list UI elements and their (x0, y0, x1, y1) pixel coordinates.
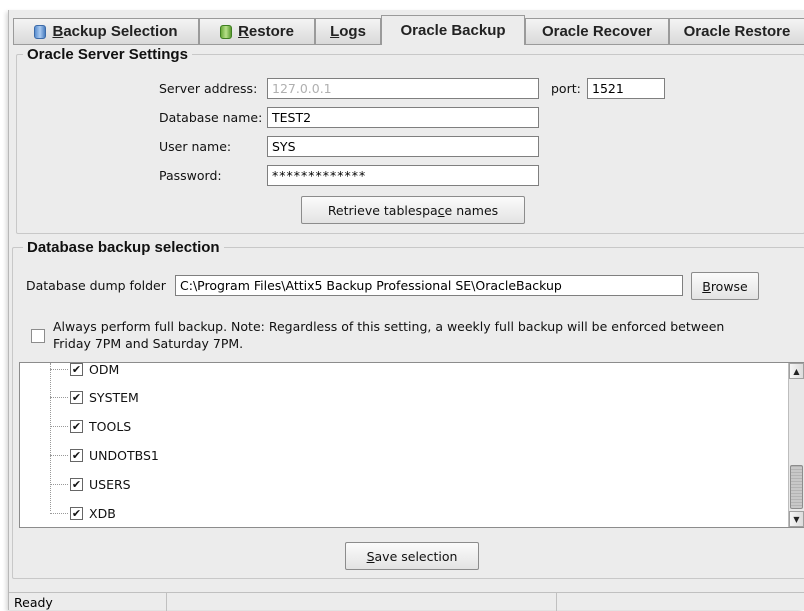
tree-item-checkbox[interactable]: ✔ (70, 363, 83, 376)
tree-item-label: UNDOTBS1 (89, 447, 159, 463)
tree-item-checkbox[interactable]: ✔ (70, 419, 83, 433)
port-field[interactable]: 1521 (587, 78, 665, 99)
database-name-field[interactable]: TEST2 (267, 107, 539, 128)
full-backup-label-line2: Friday 7PM and Saturday 7PM. (53, 336, 244, 351)
user-name-label: User name: (159, 139, 232, 154)
database-backup-selection-title: Database backup selection (23, 239, 224, 256)
tree-item-label: USERS (89, 476, 131, 492)
status-cell-empty (167, 593, 557, 611)
password-label: Password: (159, 168, 222, 183)
scroll-thumb[interactable] (790, 465, 803, 509)
tab-label: Oracle Recover (541, 23, 653, 40)
tab-label: Oracle Restore (683, 23, 791, 40)
tree-item-label: SYSTEM (89, 389, 139, 405)
scroll-up-button[interactable]: ▲ (789, 363, 804, 379)
full-backup-label: Always perform full backup. Note: Regard… (53, 318, 724, 352)
port-label: port: (551, 81, 581, 96)
button-label-mnemonic: S (366, 548, 375, 564)
tab-bar: Backup Selection Restore Logs Oracle Bac… (13, 15, 804, 45)
save-selection-button[interactable]: Save selection (345, 542, 479, 570)
button-label-part: ave selection (374, 548, 458, 564)
dump-folder-field[interactable]: C:\Program Files\Attix5 Backup Professio… (175, 275, 683, 296)
tab-label-mnemonic: L (330, 23, 340, 40)
tab-label-mnemonic: R (238, 23, 249, 40)
restore-icon (220, 24, 233, 39)
tab-label: ogs (339, 23, 366, 40)
tree-item-label: ODM (89, 362, 120, 377)
database-icon (34, 24, 47, 39)
button-label-mnemonic: c (437, 202, 445, 218)
tree-item-checkbox[interactable]: ✔ (70, 506, 83, 520)
tree-item-system[interactable]: ✔ SYSTEM (50, 387, 139, 407)
tab-logs[interactable]: Logs (315, 18, 381, 44)
tree-item-users[interactable]: ✔ USERS (50, 474, 131, 494)
tab-restore[interactable]: Restore (199, 18, 315, 44)
tablespace-tree[interactable]: ✔ ODM ✔ SYSTEM ✔ TOOLS ✔ UNDOTBS1 ✔ USER… (19, 362, 804, 528)
tree-item-label: TOOLS (89, 418, 132, 434)
tree-item-undotbs1[interactable]: ✔ UNDOTBS1 (50, 445, 159, 465)
tab-label: estore (248, 23, 294, 40)
tab-oracle-backup[interactable]: Oracle Backup (381, 15, 525, 45)
password-field[interactable]: ************* (267, 165, 539, 186)
server-address-label: Server address: (159, 81, 258, 96)
button-label-mnemonic: B (702, 278, 711, 294)
tree-item-xdb[interactable]: ✔ XDB (50, 503, 116, 523)
scroll-down-button[interactable]: ▼ (789, 511, 804, 527)
tree-item-checkbox[interactable]: ✔ (70, 390, 83, 404)
tree-item-checkbox[interactable]: ✔ (70, 477, 83, 491)
tab-backup-selection[interactable]: Backup Selection (13, 18, 199, 44)
app-window: Backup Selection Restore Logs Oracle Bac… (8, 10, 804, 611)
button-label-part: Retrieve tablespa (327, 202, 438, 218)
tree-item-tools[interactable]: ✔ TOOLS (50, 416, 131, 436)
tab-label: Oracle Backup (400, 22, 506, 39)
dump-folder-label: Database dump folder (26, 278, 166, 293)
browse-button[interactable]: Browse (691, 272, 759, 300)
tab-oracle-restore[interactable]: Oracle Restore (669, 18, 804, 44)
tree-vertical-scrollbar[interactable]: ▲ ▼ (788, 363, 804, 527)
server-address-field[interactable]: 127.0.0.1 (267, 78, 539, 99)
full-backup-label-line1: Always perform full backup. Note: Regard… (53, 319, 725, 334)
full-backup-checkbox[interactable] (31, 329, 45, 343)
status-bar: Ready (9, 592, 804, 611)
tree-item-checkbox[interactable]: ✔ (70, 448, 83, 462)
tab-label-mnemonic: B (52, 23, 64, 40)
button-label-part: rowse (710, 278, 748, 294)
tab-label: ackup Selection (63, 23, 178, 40)
oracle-server-settings-title: Oracle Server Settings (23, 46, 192, 63)
tab-oracle-recover[interactable]: Oracle Recover (525, 18, 669, 44)
retrieve-tablespace-names-button[interactable]: Retrieve tablespa c e names (301, 196, 525, 224)
button-label-part: e names (444, 202, 499, 218)
status-text: Ready (9, 593, 167, 611)
tree-item-label: XDB (89, 505, 116, 521)
database-name-label: Database name: (159, 110, 263, 125)
tree-item-odm[interactable]: ✔ ODM (50, 362, 120, 379)
user-name-field[interactable]: SYS (267, 136, 539, 157)
